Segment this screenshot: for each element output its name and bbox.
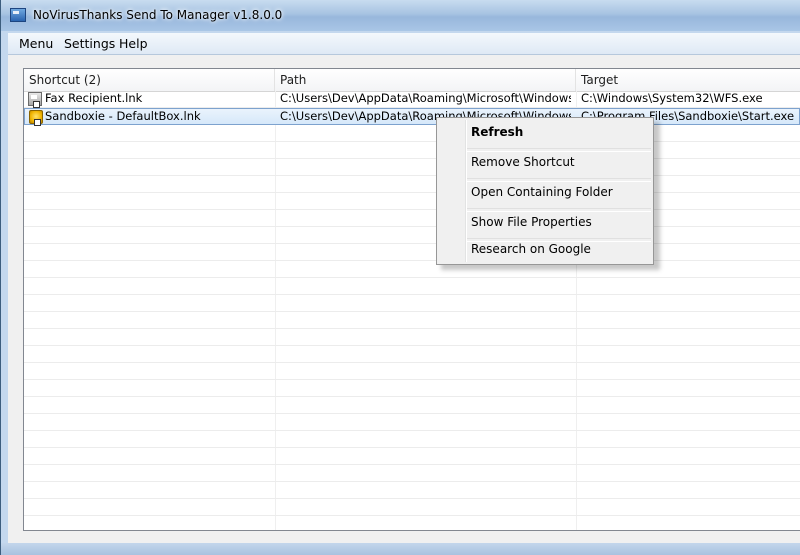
empty-row <box>24 210 800 227</box>
menu-bar: Menu Settings Help <box>8 33 800 55</box>
column-header-path[interactable]: Path <box>275 69 576 91</box>
context-menu-show-file-properties[interactable]: Show File Properties <box>437 208 653 238</box>
empty-row <box>24 329 800 346</box>
empty-row <box>24 312 800 329</box>
shortcut-list[interactable]: Shortcut (2) Path Target Fax Recipient.l… <box>23 68 800 531</box>
empty-row <box>24 482 800 499</box>
menu-settings[interactable]: Settings <box>64 36 115 51</box>
list-header: Shortcut (2) Path Target <box>24 69 800 92</box>
empty-row <box>24 295 800 312</box>
column-header-shortcut[interactable]: Shortcut (2) <box>24 69 275 91</box>
empty-row <box>24 431 800 448</box>
table-row-selected[interactable]: Sandboxie - DefaultBox.lnk C:\Users\Dev\… <box>24 108 800 126</box>
empty-row <box>24 227 800 244</box>
empty-row <box>24 278 800 295</box>
empty-row <box>24 465 800 482</box>
window-title: NoVirusThanks Send To Manager v1.8.0.0 <box>33 8 283 22</box>
cell-path: C:\Users\Dev\AppData\Roaming\Microsoft\W… <box>280 91 571 105</box>
cell-target: C:\Windows\System32\WFS.exe <box>581 91 763 105</box>
empty-row <box>24 346 800 363</box>
empty-row <box>24 414 800 431</box>
empty-row <box>24 397 800 414</box>
client-area: Shortcut (2) Path Target Fax Recipient.l… <box>8 55 800 543</box>
empty-row <box>24 363 800 380</box>
window-bottom-frame <box>1 543 800 555</box>
table-row[interactable]: Fax Recipient.lnk C:\Users\Dev\AppData\R… <box>24 91 800 108</box>
empty-row <box>24 125 800 142</box>
fax-shortcut-icon <box>28 92 42 108</box>
menu-help[interactable]: Help <box>119 36 148 51</box>
cell-shortcut: Fax Recipient.lnk <box>45 91 143 105</box>
context-menu-open-containing-folder[interactable]: Open Containing Folder <box>437 178 653 208</box>
empty-row <box>24 193 800 210</box>
empty-row <box>24 159 800 176</box>
title-bar[interactable]: NoVirusThanks Send To Manager v1.8.0.0 <box>1 0 800 31</box>
empty-row <box>24 244 800 261</box>
list-rows: Fax Recipient.lnk C:\Users\Dev\AppData\R… <box>24 91 800 530</box>
empty-row <box>24 516 800 530</box>
empty-row <box>24 176 800 193</box>
context-menu: Refresh Remove Shortcut Open Containing … <box>436 117 654 265</box>
context-menu-research-on-google[interactable]: Research on Google <box>437 235 653 265</box>
column-header-target[interactable]: Target <box>576 69 800 91</box>
empty-row <box>24 380 800 397</box>
shortcut-overlay-icon <box>33 101 40 108</box>
empty-row <box>24 499 800 516</box>
menu-menu[interactable]: Menu <box>19 36 53 51</box>
app-window-icon[interactable] <box>10 8 26 22</box>
sandboxie-shortcut-icon <box>29 110 43 126</box>
app-window: NoVirusThanks Send To Manager v1.8.0.0 M… <box>0 0 800 555</box>
context-menu-refresh[interactable]: Refresh <box>437 118 653 148</box>
empty-row <box>24 448 800 465</box>
context-menu-remove-shortcut[interactable]: Remove Shortcut <box>437 148 653 178</box>
empty-row <box>24 261 800 278</box>
empty-row <box>24 142 800 159</box>
cell-shortcut: Sandboxie - DefaultBox.lnk <box>45 109 201 123</box>
